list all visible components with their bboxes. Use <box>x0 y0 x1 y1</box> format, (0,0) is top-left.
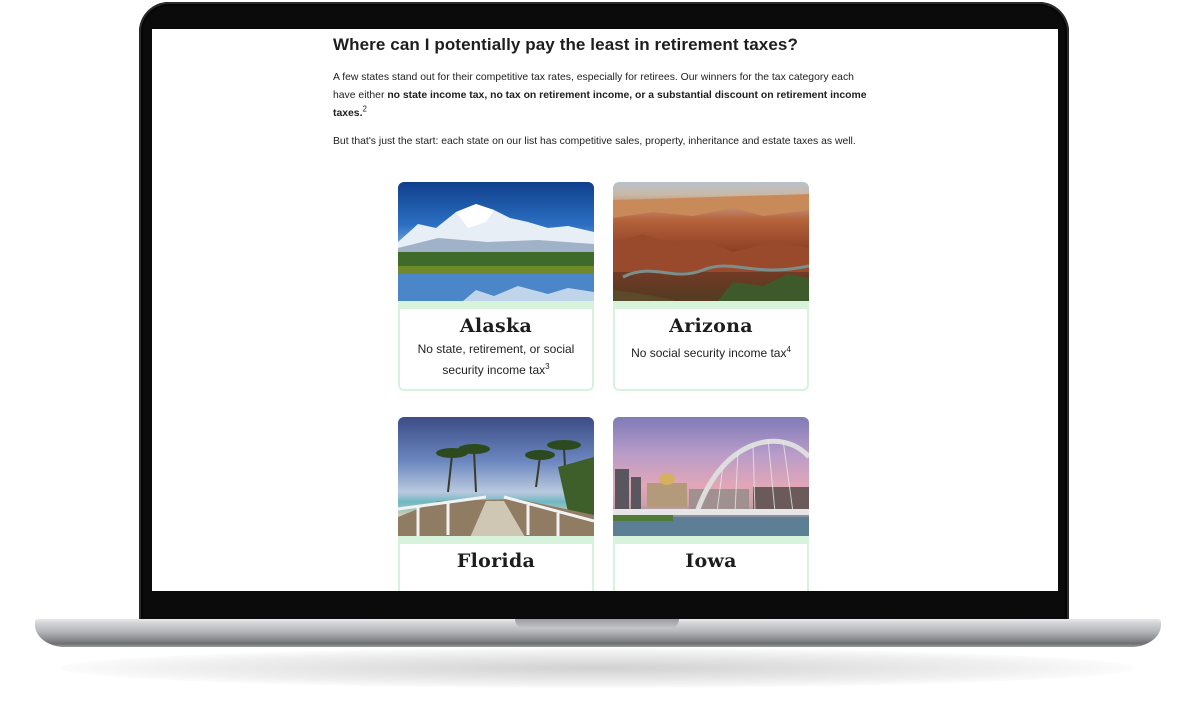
state-name: Iowa <box>685 550 737 572</box>
paragraph-bold-text: no state income tax, no tax on retiremen… <box>333 90 867 119</box>
arizona-canyon-image <box>613 182 809 307</box>
state-name: Arizona <box>669 315 753 337</box>
state-card-iowa[interactable]: Iowa <box>613 417 809 591</box>
footnote-ref[interactable]: 3 <box>545 362 549 371</box>
iowa-bridge-skyline-image <box>613 417 809 542</box>
article-headline: Where can I potentially pay the least in… <box>333 35 798 54</box>
article-paragraph-2: But that's just the start: each state on… <box>333 136 856 147</box>
state-card-alaska[interactable]: Alaska No state, retirement, or social s… <box>398 182 594 391</box>
article: Where can I potentially pay the least in… <box>333 29 873 151</box>
florida-beach-boardwalk-image <box>398 417 594 542</box>
laptop-screen: Where can I potentially pay the least in… <box>152 29 1058 591</box>
state-card-body: Iowa <box>613 536 809 591</box>
laptop-hinge-notch <box>515 619 679 629</box>
state-name: Florida <box>456 550 536 572</box>
state-tax-note: No social security income tax4 <box>631 345 791 361</box>
state-tax-note: No state, retirement, or social security… <box>417 342 575 377</box>
article-paragraph-1: A few states stand out for their competi… <box>333 69 873 123</box>
state-card-arizona[interactable]: Arizona No social security income tax4 <box>613 182 809 391</box>
footnote-ref[interactable]: 4 <box>786 345 790 354</box>
state-card-body: Arizona No social security income tax4 <box>613 301 809 391</box>
footnote-ref[interactable]: 2 <box>362 105 366 114</box>
state-card-body: Alaska No state, retirement, or social s… <box>398 301 594 391</box>
laptop-shadow <box>60 648 1136 688</box>
state-card-florida[interactable]: Florida <box>398 417 594 591</box>
alaska-mountain-lake-image <box>398 182 594 307</box>
state-card-body: Florida <box>398 536 594 591</box>
state-name: Alaska <box>459 315 533 337</box>
